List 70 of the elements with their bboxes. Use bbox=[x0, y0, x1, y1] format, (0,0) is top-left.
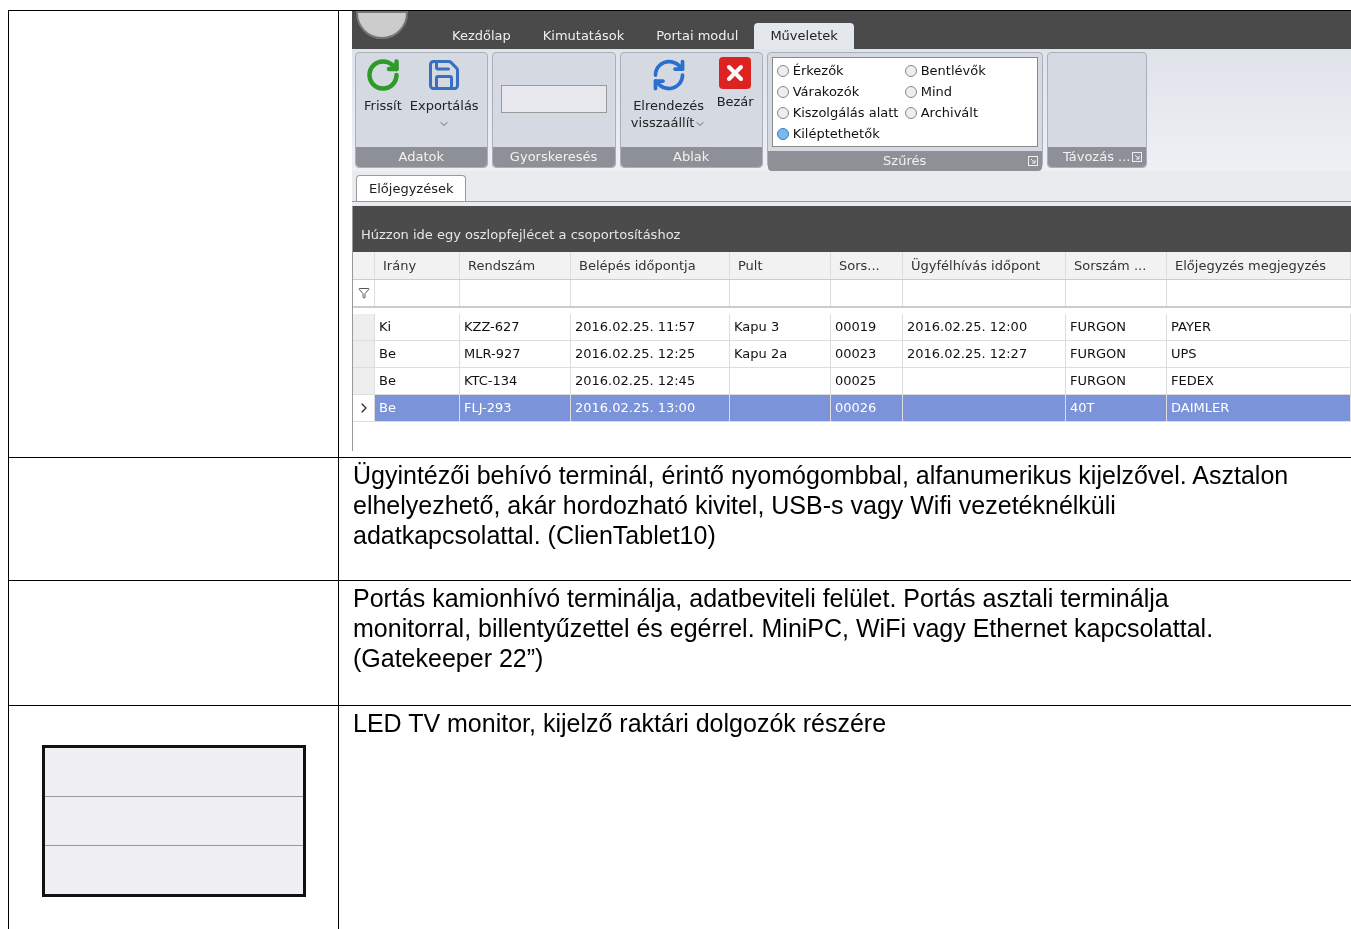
dialog-launcher-icon[interactable] bbox=[1131, 152, 1142, 162]
table-cell-text: FEDEX bbox=[1171, 372, 1214, 391]
app-orb-icon[interactable] bbox=[356, 11, 408, 39]
column-header[interactable]: Előjegyzés megjegyzés bbox=[1167, 252, 1351, 279]
table-cell-text: FURGON bbox=[1070, 372, 1127, 391]
table-cell-text: MLR-927 bbox=[464, 345, 521, 364]
table-cell-text: 2016.02.25. 12:27 bbox=[907, 345, 1028, 364]
table-cell-text: Be bbox=[379, 399, 396, 418]
table-cell-text: 40T bbox=[1070, 399, 1095, 418]
ribbon-group-title: Távozás ... bbox=[1062, 148, 1131, 167]
table-cell-text: UPS bbox=[1171, 345, 1197, 364]
column-header[interactable]: Irány bbox=[375, 252, 460, 279]
table-cell-text: 2016.02.25. 13:00 bbox=[575, 399, 696, 418]
column-header[interactable]: Pult bbox=[730, 252, 831, 279]
ribbon-group-title: Adatok bbox=[398, 148, 445, 167]
filter-radio[interactable]: Érkezők bbox=[776, 60, 905, 81]
table-cell-text: KZZ-627 bbox=[464, 318, 520, 337]
ribbon-button[interactable]: Exportálás bbox=[409, 57, 479, 130]
table-cell-text: Kapu 3 bbox=[734, 318, 780, 337]
column-header[interactable]: Sors... bbox=[831, 252, 903, 279]
table-cell-text: PAYER bbox=[1171, 318, 1212, 337]
ribbon-button[interactable]: Elrendezés visszaállít bbox=[628, 57, 709, 131]
filter-radio[interactable]: Bentlévők bbox=[904, 60, 1033, 81]
ribbon-group-title: Szűrés bbox=[883, 152, 927, 170]
table-cell-text: 2016.02.25. 12:00 bbox=[907, 318, 1028, 337]
table-cell-text: Kapu 2a bbox=[734, 345, 788, 364]
table-row[interactable]: Ki KZZ-627 2016.02.25. 11:57 Kapu 3 00019 2016.02.25. 12:00 FURGON PAYER bbox=[353, 314, 1351, 341]
ribbon-button[interactable]: Frissít bbox=[364, 57, 402, 114]
refresh-icon bbox=[364, 57, 401, 93]
column-header[interactable]: Rendszám bbox=[460, 252, 571, 279]
table-cell-text: FURGON bbox=[1070, 345, 1127, 364]
table-cell-text: 2016.02.25. 12:25 bbox=[575, 345, 696, 364]
filter-radio[interactable]: Kiszolgálás alatt bbox=[776, 102, 905, 123]
quick-search-field[interactable] bbox=[500, 85, 607, 113]
filter-icon[interactable] bbox=[357, 287, 370, 299]
close-icon bbox=[719, 57, 752, 89]
description-text: Portás kamionhívó terminálja, adatbeviteli felület. Portás asztali terminálja monitorral, billentyűzettel és egérrel. MiniPC, WiFi vagy Ethernet kapcsolattal. (Gatekeeper 22”) bbox=[353, 583, 1215, 673]
table-cell-text: 00026 bbox=[835, 399, 877, 418]
table-cell-text: 00025 bbox=[835, 372, 877, 391]
table-cell-text: 00023 bbox=[835, 345, 877, 364]
table-cell-text: Be bbox=[379, 372, 396, 391]
column-header[interactable]: Ügyfélhívás időpont bbox=[903, 252, 1066, 279]
filter-radio[interactable]: Kiléptethetők bbox=[776, 123, 905, 144]
filter-radio[interactable]: Mind bbox=[904, 81, 1033, 102]
ribbon-tab[interactable]: Kimutatások bbox=[526, 23, 641, 49]
filter-radio[interactable]: Várakozók bbox=[776, 81, 905, 102]
table-cell-text: 2016.02.25. 12:45 bbox=[575, 372, 696, 391]
table-cell-text: 2016.02.25. 11:57 bbox=[575, 318, 696, 337]
group-by-panel: Húzzon ide egy oszlopfejlécet a csoportosításhoz bbox=[353, 206, 1351, 252]
table-cell-text: KTC-134 bbox=[464, 372, 518, 391]
document-tab[interactable]: Előjegyzések bbox=[356, 175, 467, 201]
table-cell-text: FURGON bbox=[1070, 318, 1127, 337]
dialog-launcher-icon[interactable] bbox=[1027, 156, 1038, 166]
column-header[interactable]: Belépés időpontja bbox=[571, 252, 730, 279]
ribbon-tab[interactable]: Műveletek bbox=[754, 23, 854, 49]
table-cell-text: Be bbox=[379, 345, 396, 364]
ribbon-group-title: Ablak bbox=[673, 148, 710, 167]
description-text: LED TV monitor, kijelző raktári dolgozók részére bbox=[353, 708, 888, 738]
ribbon-button[interactable]: Bezár bbox=[716, 57, 754, 110]
ribbon-tab[interactable]: Portai modul bbox=[640, 23, 755, 49]
ribbon-tab[interactable]: Kezdőlap bbox=[436, 23, 527, 49]
table-cell-text: 00019 bbox=[835, 318, 877, 337]
table-row[interactable]: Be MLR-927 2016.02.25. 12:25 Kapu 2a 00023 2016.02.25. 12:27 FURGON UPS bbox=[353, 341, 1351, 368]
ribbon-group-title: Gyorskeresés bbox=[509, 148, 598, 167]
table-cell-text: Ki bbox=[379, 318, 392, 337]
column-header[interactable]: Sorszám ... bbox=[1066, 252, 1167, 279]
filter-radio[interactable]: Archivált bbox=[904, 102, 1033, 123]
description-text: Ügyintézői behívó terminál, érintő nyomógombbal, alfanumerikus kijelzővel. Asztalon elhelyezhető, akár hordozható kivitel, USB-s vagy Wifi vezetéknélküli adatkapcsolattal. (ClienTablet10) bbox=[353, 460, 1290, 550]
table-cell-text: FLJ-293 bbox=[464, 399, 512, 418]
table-cell-text: DAIMLER bbox=[1171, 399, 1230, 418]
